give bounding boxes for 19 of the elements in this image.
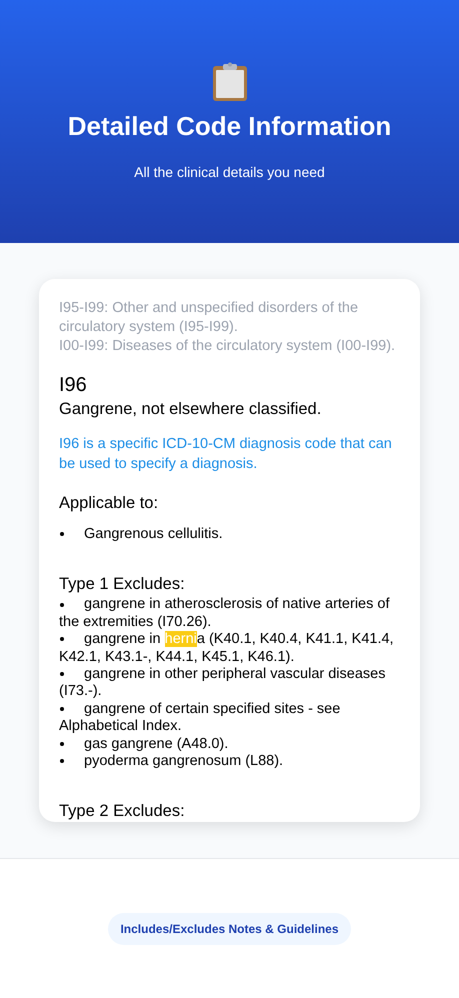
- section-heading: Type 2 Excludes:: [59, 801, 186, 822]
- list-item: gangrene in other peripheral vascular diseases (I73.-).: [59, 666, 386, 701]
- clipboard-icon: [212, 62, 248, 102]
- list-item: Gangrenous cellulitis.: [59, 526, 400, 544]
- list-item: gangrene in atherosclerosis of native arteries of the extremities (I70.26).: [59, 596, 390, 632]
- code-title: I96: [59, 373, 88, 398]
- list-item: pyoderma gangrenosum (L88).: [59, 753, 400, 770]
- list-item: gangrene of certain specified sites - see Alphabetical Index.: [59, 700, 342, 736]
- code-description: Gangrene, not elsewhere classified.: [59, 399, 322, 420]
- list-item: gangrene in hernia (K40.1, K40.4, K41.1, K41.4, K42.1, K43.1-, K44.1, K45.1, K46.1).: [59, 631, 395, 666]
- category-path: I95-I99: Other and unspecified disorders of the circulatory system (I95-I99).: [59, 299, 360, 337]
- page-title: Detailed Code Information: [68, 110, 392, 142]
- section-heading: Type 1 Excludes:: [59, 574, 186, 596]
- notes-guidelines-button[interactable]: Includes/Excludes Notes & Guidelines: [108, 913, 351, 945]
- list-item: gas gangrene (A48.0).: [59, 736, 400, 754]
- code-note: I96 is a specific ICD-10-CM diagnosis code that can be used to specify a diagnosis.: [59, 435, 393, 474]
- page-subtitle: All the clinical details you need: [134, 163, 325, 182]
- category-path: I00-I99: Diseases of the circulatory system (I00-I99).: [59, 337, 396, 356]
- section-heading: Applicable to:: [59, 493, 160, 514]
